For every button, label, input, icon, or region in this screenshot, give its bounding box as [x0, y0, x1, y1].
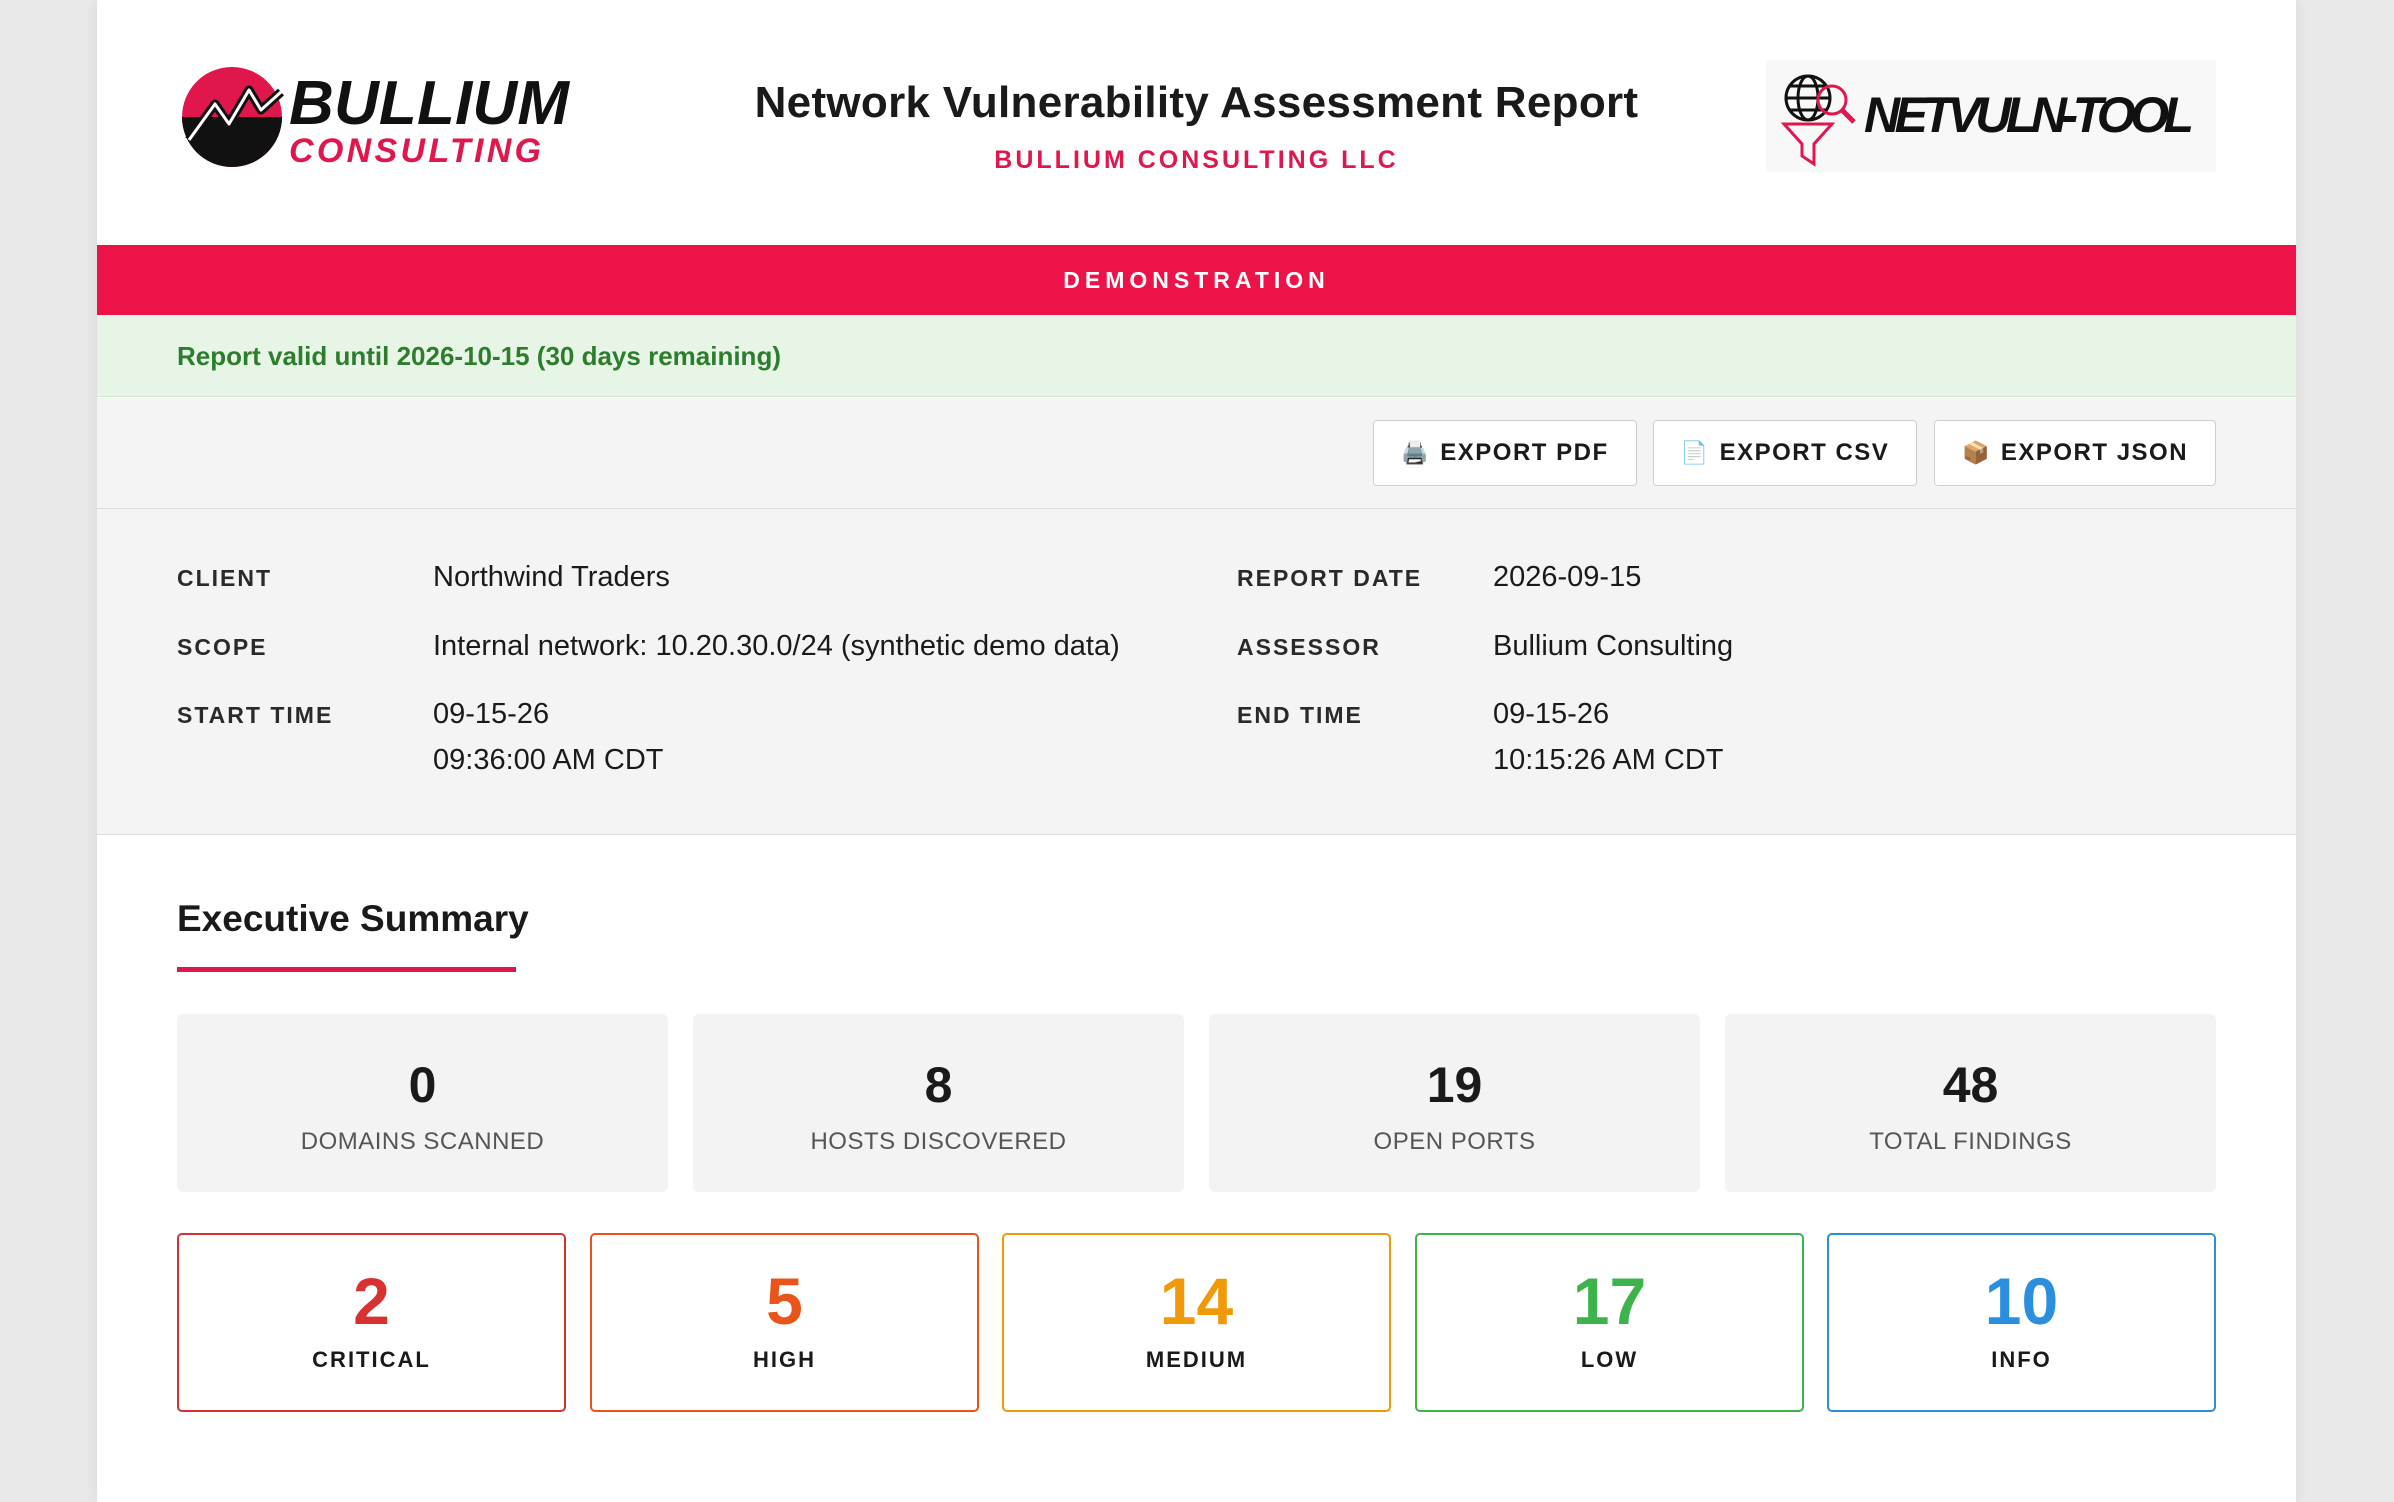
tool-logo-text: NETVULN-TOOL — [1864, 87, 2194, 143]
stat-card-hosts: 8 HOSTS DISCOVERED — [693, 1014, 1184, 1192]
stat-value: 8 — [924, 1057, 953, 1113]
export-csv-button[interactable]: 📄 EXPORT CSV — [1653, 420, 1917, 486]
severity-label: INFO — [1991, 1347, 2052, 1372]
stat-card-ports: 19 OPEN PORTS — [1209, 1014, 1700, 1192]
document-icon: 📄 — [1680, 440, 1710, 465]
report-page: BULLIUM CONSULTING Network Vulnerability… — [97, 0, 2296, 1502]
stat-label: DOMAINS SCANNED — [300, 1128, 545, 1155]
scope-value: Internal network: 10.20.30.0/24 (synthet… — [433, 630, 1120, 662]
report-date-label: REPORT DATE — [1237, 565, 1423, 591]
severity-count: 2 — [353, 1264, 390, 1338]
client-label: CLIENT — [177, 565, 273, 591]
end-date-value: 09-15-26 — [1493, 698, 1610, 730]
severity-card-critical: 2 CRITICAL — [177, 1233, 566, 1412]
netvuln-tool-logo: NETVULN-TOOL — [1766, 60, 2216, 172]
severity-label: MEDIUM — [1145, 1347, 1248, 1372]
validity-notice: Report valid until 2026-10-15 (30 days r… — [97, 315, 2296, 397]
export-toolbar: 🖨️ EXPORT PDF 📄 EXPORT CSV 📦 EXPORT JSON — [97, 398, 2296, 509]
severity-card-medium: 14 MEDIUM — [1002, 1233, 1391, 1412]
severity-count: 5 — [766, 1264, 803, 1338]
export-json-button[interactable]: 📦 EXPORT JSON — [1934, 420, 2216, 486]
severity-label: LOW — [1580, 1347, 1639, 1372]
assessor-value: Bullium Consulting — [1493, 630, 1734, 662]
start-time-value: 09:36:00 AM CDT — [433, 744, 664, 776]
severity-label: CRITICAL — [312, 1347, 431, 1372]
severity-card-info: 10 INFO — [1827, 1233, 2216, 1412]
client-value: Northwind Traders — [433, 561, 670, 593]
demonstration-banner: DEMONSTRATION — [97, 245, 2296, 315]
export-pdf-button[interactable]: 🖨️ EXPORT PDF — [1373, 420, 1637, 486]
assessor-label: ASSESSOR — [1237, 634, 1381, 660]
severity-label: HIGH — [753, 1347, 816, 1372]
severity-count: 14 — [1159, 1264, 1234, 1338]
stat-value: 0 — [408, 1057, 437, 1113]
end-time-value: 10:15:26 AM CDT — [1493, 744, 1724, 776]
stat-value: 48 — [1942, 1057, 1999, 1113]
report-header: BULLIUM CONSULTING Network Vulnerability… — [97, 0, 2296, 245]
severity-count: 10 — [1984, 1264, 2059, 1338]
stat-label: HOSTS DISCOVERED — [810, 1128, 1067, 1155]
export-pdf-label: EXPORT PDF — [1440, 439, 1609, 466]
report-date-value: 2026-09-15 — [1493, 561, 1642, 593]
stat-card-findings: 48 TOTAL FINDINGS — [1725, 1014, 2216, 1192]
start-time-label: START TIME — [177, 702, 334, 728]
package-icon: 📦 — [1961, 440, 1991, 465]
scope-label: SCOPE — [177, 634, 268, 660]
report-metadata: CLIENT Northwind Traders SCOPE Internal … — [97, 509, 2296, 835]
severity-card-low: 17 LOW — [1415, 1233, 1804, 1412]
globe-funnel-magnifier-icon — [1780, 74, 1856, 167]
end-time-label: END TIME — [1237, 702, 1363, 728]
printer-icon: 🖨️ — [1401, 440, 1431, 465]
heading-underline — [177, 967, 516, 972]
export-json-label: EXPORT JSON — [2000, 439, 2189, 466]
export-csv-label: EXPORT CSV — [1719, 439, 1890, 466]
stat-label: OPEN PORTS — [1373, 1128, 1536, 1155]
executive-summary-heading: Executive Summary — [177, 898, 529, 939]
start-date-value: 09-15-26 — [433, 698, 550, 730]
stat-card-domains: 0 DOMAINS SCANNED — [177, 1014, 668, 1192]
stat-value: 19 — [1426, 1057, 1483, 1113]
severity-count: 17 — [1572, 1264, 1647, 1338]
stat-label: TOTAL FINDINGS — [1869, 1128, 2072, 1155]
severity-card-high: 5 HIGH — [590, 1233, 979, 1412]
